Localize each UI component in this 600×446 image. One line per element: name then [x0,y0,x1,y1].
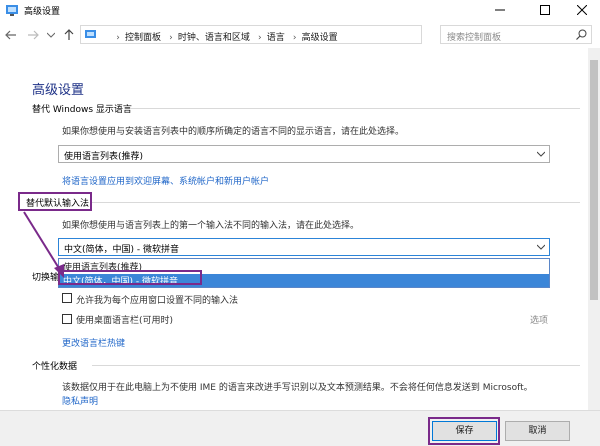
vertical-scrollbar[interactable] [588,48,600,410]
content-area: 高级设置 替代 Windows 显示语言 如果你想使用与安装语言列表中的顺序所确… [0,48,588,410]
breadcrumb: › 控制面板 › 时钟、语言和区域 › 语言 › 高级设置 [116,33,338,43]
desktop-language-bar-checkbox[interactable] [62,314,72,324]
recent-chevron-icon[interactable] [44,28,58,42]
per-app-input-label: 允许我为每个应用窗口设置不同的输入法 [76,296,239,306]
annotation-box-save [428,417,500,445]
crumb-language[interactable]: 语言 [267,33,285,43]
divider [130,108,580,109]
chevron-down-icon [536,150,546,160]
address-field[interactable]: › 控制面板 › 时钟、语言和区域 › 语言 › 高级设置 [80,25,500,44]
close-button[interactable] [562,0,600,20]
crumb-control-panel[interactable]: 控制面板 [125,33,161,43]
minimize-button[interactable] [480,0,520,20]
display-language-description: 如果你想使用与安装语言列表中的顺序所确定的语言不同的显示语言，请在此处选择。 [62,127,405,137]
default-input-select[interactable]: 中文(简体，中国) - 微软拼音 [58,238,550,256]
chevron-down-icon [536,243,546,253]
divider [90,202,580,203]
window-title: 高级设置 [24,7,61,17]
display-language-section-title: 替代 Windows 显示语言 [32,105,132,115]
search-placeholder: 搜索控制面板 [447,33,502,43]
forward-arrow-icon[interactable] [26,28,40,42]
up-arrow-icon[interactable] [62,28,76,42]
address-bar: › 控制面板 › 时钟、语言和区域 › 语言 › 高级设置 搜索控制面板 [0,22,600,48]
annotation-arrow-icon [23,211,64,278]
privacy-statement-link[interactable]: 隐私声明 [62,394,98,407]
display-language-select[interactable]: 使用语言列表(推荐) [58,145,550,163]
maximize-button[interactable] [525,0,565,20]
personalization-description: 该数据仅用于在此电脑上为不使用 IME 的语言来改进手写识别以及文本预测结果。不… [62,383,533,393]
default-input-description: 如果你想使用与语言列表上的第一个输入法不同的输入法，请在此处选择。 [62,221,360,231]
control-panel-icon [5,3,19,17]
annotation-box-selected-option [58,270,202,285]
search-input[interactable]: 搜索控制面板 [440,25,592,44]
options-link[interactable]: 选项 [530,313,548,326]
divider [92,365,580,366]
apply-welcome-screen-link[interactable]: 将语言设置应用到欢迎屏幕、系统帐户和新用户帐户 [62,174,269,187]
personalization-section-title: 个性化数据 [32,362,78,372]
scrollbar-thumb[interactable] [590,60,598,300]
crumb-advanced-settings[interactable]: 高级设置 [302,33,338,43]
desktop-language-bar-label: 使用桌面语言栏(可用时) [76,316,174,326]
per-app-input-checkbox[interactable] [62,293,72,303]
footer-bar: 保存 取消 [0,410,600,446]
back-arrow-icon[interactable] [4,28,18,42]
cancel-button[interactable]: 取消 [505,421,570,441]
crumb-clock-language-region[interactable]: 时钟、语言和区域 [178,33,250,43]
change-hotkey-link[interactable]: 更改语言栏热键 [62,336,125,349]
control-panel-small-icon [84,28,98,42]
search-icon[interactable] [576,29,587,43]
title-bar: 高级设置 [0,0,600,20]
page-title: 高级设置 [32,83,85,98]
